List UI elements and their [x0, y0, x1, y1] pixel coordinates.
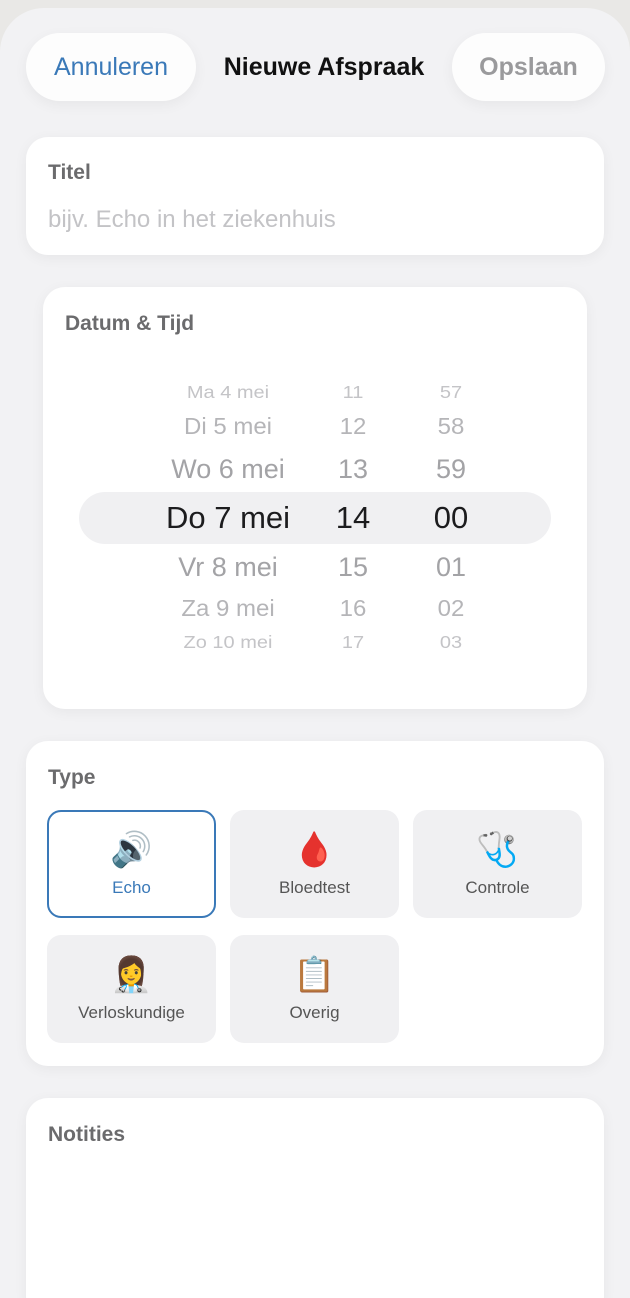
type-card: Type 🔊 Echo 🩸 Bloedtest 🩺 Controle 👩‍⚕️ Verlosk… [26, 741, 604, 1066]
type-option-label: Overig [289, 1003, 340, 1022]
picker-minute: 02 [437, 595, 465, 622]
datetime-label: Datum & Tijd [65, 312, 195, 335]
type-option-echo[interactable]: 🔊 Echo [47, 810, 216, 918]
picker-minute: 57 [439, 383, 463, 403]
picker-row[interactable]: Ma 11 mei1804 [43, 656, 587, 663]
picker-hour: 11 [342, 383, 364, 403]
page-title: Nieuwe Afspraak [223, 52, 425, 81]
picker-hour: 12 [339, 413, 367, 440]
appointment-sheet: Annuleren Nieuwe Afspraak Opslaan Titel … [0, 8, 630, 1298]
speaker-icon: 🔊 [110, 830, 153, 870]
type-option-label: Bloedtest [279, 878, 350, 897]
title-card: Titel [26, 137, 604, 255]
title-input[interactable] [48, 203, 578, 237]
picker-row[interactable]: Za 9 mei 16 02 [43, 590, 587, 629]
type-option-overig[interactable]: 📋 Overig [230, 935, 399, 1043]
picker-row[interactable]: Vr 8 mei 15 01 [43, 547, 587, 587]
stethoscope-icon: 🩺 [476, 830, 519, 870]
blood-drop-icon: 🩸 [293, 830, 336, 870]
picker-hour: 18 [303, 656, 403, 663]
save-button[interactable]: Opslaan [452, 33, 605, 101]
picker-hour: 13 [337, 454, 369, 484]
notes-label: Notities [48, 1123, 126, 1146]
picker-hour: 16 [339, 595, 367, 622]
picker-hour: 15 [337, 552, 369, 582]
picker-hour: 14 [335, 500, 371, 535]
picker-minute: 59 [435, 454, 467, 484]
picker-row[interactable]: Di 5 mei 12 58 [43, 408, 587, 447]
picker-minute: 01 [435, 552, 467, 582]
type-option-label: Controle [465, 878, 530, 897]
type-option-bloedtest[interactable]: 🩸 Bloedtest [230, 810, 399, 918]
title-label: Titel [48, 161, 91, 184]
nav-bar: Annuleren Nieuwe Afspraak Opslaan [0, 8, 630, 128]
picker-row-selected[interactable]: Do 7 mei 14 00 [43, 498, 587, 538]
picker-row[interactable]: Ma 4 mei 11 57 [43, 376, 587, 410]
type-option-label: Verloskundige [78, 1003, 185, 1022]
type-option-controle[interactable]: 🩺 Controle [413, 810, 582, 918]
picker-minute: 00 [433, 500, 469, 535]
picker-row[interactable]: Wo 6 mei 13 59 [43, 449, 587, 489]
datetime-card: Datum & Tijd Zo 3 mei1056Ma 4 mei1157Di … [43, 287, 587, 709]
cancel-button[interactable]: Annuleren [26, 33, 196, 101]
clipboard-icon: 📋 [293, 955, 336, 995]
picker-minute: 58 [437, 413, 465, 440]
health-worker-icon: 👩‍⚕️ [110, 955, 153, 995]
type-label: Type [48, 766, 96, 789]
datetime-wheel-picker[interactable]: Zo 3 mei1056Ma 4 mei1157Di 5 mei1258Wo 6… [43, 373, 587, 663]
type-option-label: Echo [112, 878, 151, 897]
notes-card[interactable]: Notities [26, 1098, 604, 1298]
type-option-verloskundige[interactable]: 👩‍⚕️ Verloskundige [47, 935, 216, 1043]
picker-minute: 04 [401, 656, 501, 663]
